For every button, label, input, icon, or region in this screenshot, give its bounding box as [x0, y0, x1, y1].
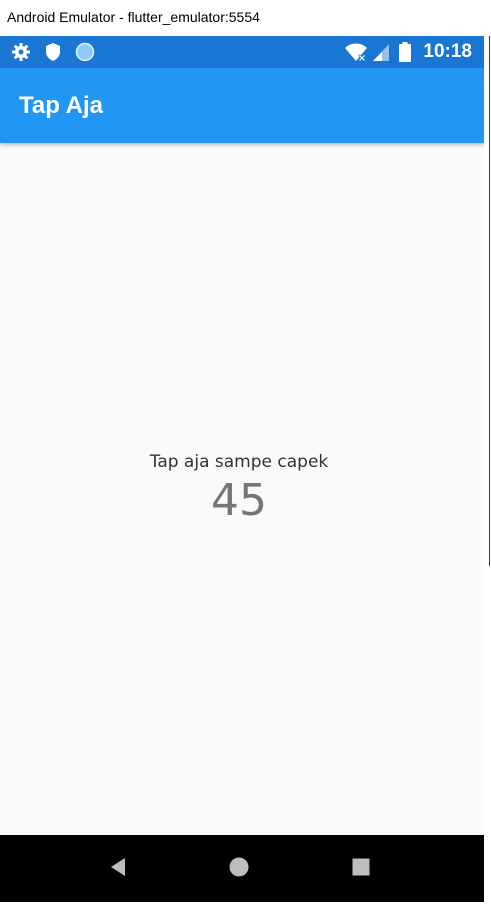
wifi-icon	[345, 43, 367, 62]
status-bar: 10:18	[0, 36, 484, 68]
signal-icon	[373, 44, 389, 61]
counter-value: 45	[211, 475, 267, 526]
recents-icon[interactable]	[349, 855, 373, 879]
window-title: Android Emulator - flutter_emulator:5554	[7, 9, 260, 25]
window-border	[489, 36, 490, 566]
phone-screen: 10:18 Tap Aja Tap aja sampe capek 45	[0, 36, 484, 902]
counter-caption: Tap aja sampe capek	[149, 452, 329, 472]
navigation-bar	[0, 835, 484, 902]
main-content: Tap aja sampe capek 45	[0, 143, 484, 902]
emulator-window: Android Emulator - flutter_emulator:5554	[0, 0, 491, 904]
window-titlebar[interactable]: Android Emulator - flutter_emulator:5554	[0, 0, 491, 36]
battery-icon	[399, 42, 411, 62]
clock: 10:18	[423, 41, 472, 62]
app-title: Tap Aja	[19, 92, 104, 119]
app-bar: Tap Aja	[0, 68, 484, 143]
home-icon[interactable]	[227, 855, 251, 879]
shield-icon	[46, 43, 60, 61]
gear-icon	[12, 43, 30, 61]
circle-icon	[75, 42, 95, 62]
back-icon[interactable]	[106, 855, 130, 879]
